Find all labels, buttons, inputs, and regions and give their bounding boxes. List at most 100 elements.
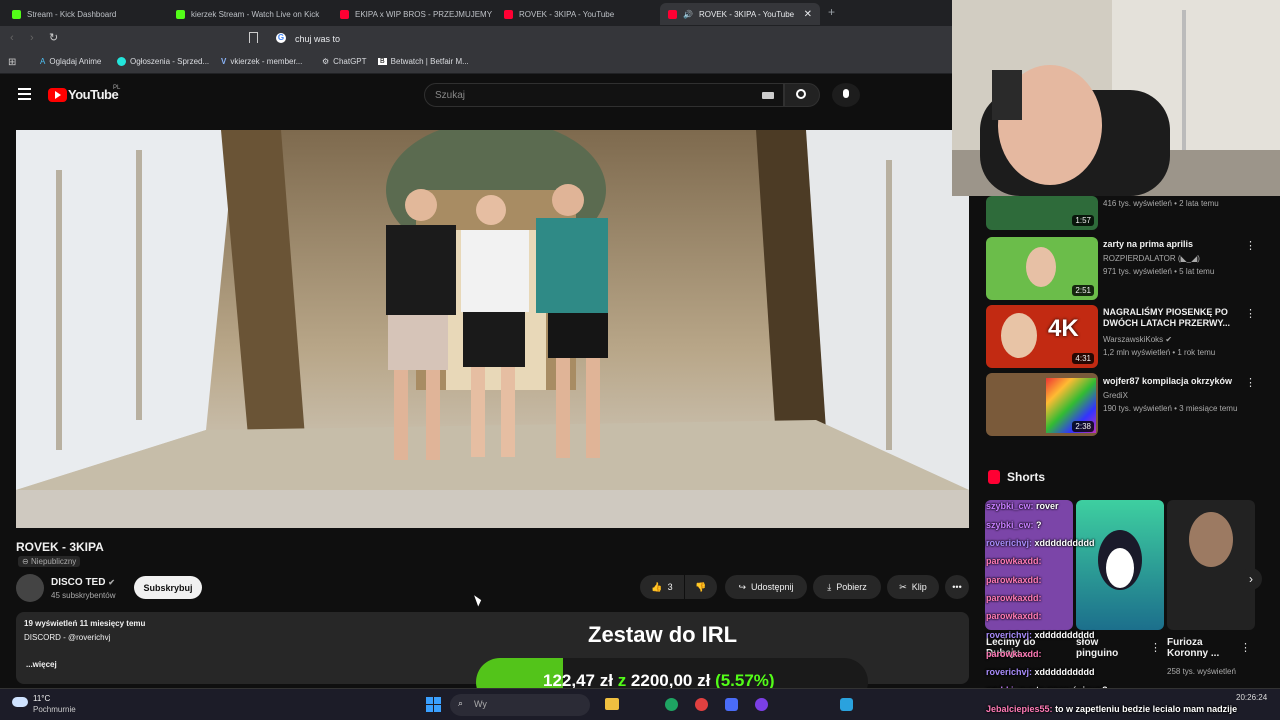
clip-button[interactable]: ✂ Klip (887, 575, 939, 599)
video-frame (16, 130, 969, 528)
webcam-overlay (952, 0, 1280, 196)
file-explorer-icon[interactable] (605, 698, 619, 710)
chat-message: parowkaxdd: (986, 556, 1042, 566)
more-vertical-icon[interactable]: ⋮ (1245, 376, 1256, 389)
sidebar-meta-1: 971 tys. wyświetleń • 5 lat temu (1103, 267, 1215, 276)
youtube-icon (668, 9, 677, 19)
sidebar-channel-1[interactable]: ROZPIERDALATOR (◣_◢) (1103, 254, 1200, 263)
like-button[interactable]: 👍 3 (640, 575, 684, 599)
chat-message: roverichvj: xdddddddddd (986, 667, 1095, 677)
forward-icon[interactable]: › (30, 32, 34, 44)
share-button[interactable]: ↪ Udostępnij (725, 575, 807, 599)
channel-name[interactable]: DISCO TED ✔ (51, 577, 115, 588)
keyboard-icon[interactable] (762, 92, 774, 99)
app-icon[interactable] (840, 698, 853, 711)
discord-icon[interactable] (755, 698, 768, 711)
sidebar-title-3[interactable]: wojfer87 kompilacja okrzyków (1103, 376, 1243, 387)
apps-grid-icon[interactable]: ⊞ (8, 57, 16, 68)
subscriber-count: 45 subskrybentów (51, 591, 116, 600)
search-icon: ⌕ (458, 698, 464, 708)
short-thumbnail-1[interactable] (1076, 500, 1164, 630)
clock-time[interactable]: 20:26:24 (1236, 693, 1267, 702)
scissors-icon: ✂ (899, 581, 907, 592)
bookmark-item[interactable]: Vvkierzek - member... (221, 57, 302, 66)
more-vertical-icon[interactable]: ⋮ (1245, 307, 1256, 320)
youtube-logo-icon[interactable] (48, 88, 67, 102)
chrome-icon[interactable] (665, 698, 678, 711)
app-icon[interactable] (695, 698, 708, 711)
short-title-2[interactable]: Furioza Koronny ... (1167, 637, 1227, 659)
betwatch-icon: B (378, 58, 387, 65)
kick-icon (12, 9, 21, 19)
google-icon: G (276, 33, 286, 43)
description-text: DISCORD - @roverichvj (24, 633, 111, 642)
cloud-icon (12, 697, 28, 707)
new-tab-icon[interactable]: + (828, 5, 835, 19)
sidebar-channel-2[interactable]: WarszawskiKoks ✔ (1103, 335, 1172, 344)
video-player[interactable] (16, 130, 969, 528)
dislike-button[interactable]: 👎 (685, 575, 717, 599)
duration-badge: 4:31 (1072, 353, 1094, 364)
sidebar-title-1[interactable]: zarty na prima aprilis (1103, 239, 1243, 250)
webcam-feed (952, 0, 1280, 196)
anime-icon: A (40, 57, 46, 66)
tab-youtube-rovek-active[interactable]: 🔊 ROVEK - 3KIPA - YouTube ✕ (660, 3, 820, 25)
short-title-1[interactable]: słow pinguino (1076, 637, 1136, 659)
chat-message: parowkaxdd: (986, 649, 1042, 659)
address-input[interactable]: chuj was to (295, 34, 340, 44)
subscribe-button[interactable]: Subskrybuj (134, 576, 202, 599)
sidebar-thumbnail-2[interactable]: 4K 4:31 (986, 305, 1098, 368)
more-vertical-icon[interactable]: ⋮ (1240, 641, 1251, 654)
shorts-icon (988, 470, 1000, 484)
verified-icon: ✔ (1165, 335, 1173, 344)
sidebar-meta-2: 1,2 mln wyświetleń • 1 rok temu (1103, 348, 1216, 357)
chat-message: roverichvj: xdddddddddd (986, 630, 1095, 640)
sidebar-channel-3[interactable]: GrediX (1103, 391, 1128, 400)
tab-kick-dashboard[interactable]: Stream - Kick Dashboard (4, 3, 164, 25)
sidebar-title-2[interactable]: NAGRALIŚMY PIOSENKĘ PO DWÓCH LATACH PRZE… (1103, 307, 1243, 329)
shorts-heading: Shorts (1007, 470, 1046, 484)
bookmark-item[interactable]: B Betwatch | Betfair M... (378, 57, 469, 66)
bookmark-icon[interactable] (249, 32, 258, 43)
bookmark-item[interactable]: ⚙ ChatGPT (322, 57, 367, 66)
more-vertical-icon[interactable]: ⋮ (1245, 239, 1256, 252)
search-input[interactable]: Szukaj (424, 83, 784, 107)
weather-desc: Pochmurnie (33, 705, 76, 714)
chat-message: parowkaxdd: (986, 611, 1042, 621)
menu-icon[interactable] (18, 88, 31, 90)
windows-start-icon[interactable] (426, 697, 441, 712)
views-line: 19 wyświetleń 11 miesięcy temu (24, 619, 146, 628)
tab-youtube-rovek[interactable]: ROVEK - 3KIPA - YouTube (496, 3, 656, 25)
sidebar-thumbnail-0[interactable]: 1:57 (986, 196, 1098, 230)
share-icon: ↪ (738, 581, 746, 592)
mic-icon (843, 89, 849, 98)
bookmark-item[interactable]: A Oglądaj Anime (40, 57, 101, 66)
bookmark-item[interactable]: Ogłoszenia - Sprzed... (117, 57, 209, 66)
channel-avatar[interactable] (16, 574, 44, 602)
v-icon: V (221, 57, 227, 66)
more-actions-button[interactable]: ••• (945, 575, 969, 599)
verified-icon: ✔ (108, 578, 115, 587)
goal-title: Zestaw do IRL (588, 622, 738, 647)
tab-kick-stream[interactable]: kierzek Stream - Watch Live on Kick (168, 3, 328, 25)
back-icon[interactable]: ‹ (10, 32, 14, 44)
close-tab-icon[interactable]: ✕ (804, 9, 812, 20)
voice-search-button[interactable] (832, 83, 860, 107)
download-icon: ⤓ (827, 581, 832, 592)
reload-icon[interactable]: ↻ (49, 31, 58, 44)
sidebar-thumbnail-1[interactable]: 2:51 (986, 237, 1098, 300)
app-icon[interactable] (725, 698, 738, 711)
taskbar-search[interactable]: ⌕ Wy (450, 694, 590, 716)
tab-youtube-ekipa[interactable]: EKIPA x WIP BROS - PRZEJMUJEMY JI (332, 3, 492, 25)
video-title: ROVEK - 3KIPA (16, 540, 104, 554)
download-button[interactable]: ⤓ Pobierz (813, 575, 881, 599)
chevron-right-icon[interactable]: › (1240, 568, 1262, 590)
more-vertical-icon[interactable]: ⋮ (1150, 641, 1161, 654)
sidebar-thumbnail-3[interactable]: 2:38 (986, 373, 1098, 436)
chatgpt-icon: ⚙ (322, 57, 330, 66)
search-button[interactable] (784, 83, 820, 107)
more-link[interactable]: ...więcej (26, 660, 57, 669)
short-thumbnail-2[interactable] (1167, 500, 1255, 630)
chat-message: Jebalciepies55: to w zapetleniu bedzie l… (986, 704, 1238, 714)
weather-temp[interactable]: 11°C (33, 694, 50, 703)
